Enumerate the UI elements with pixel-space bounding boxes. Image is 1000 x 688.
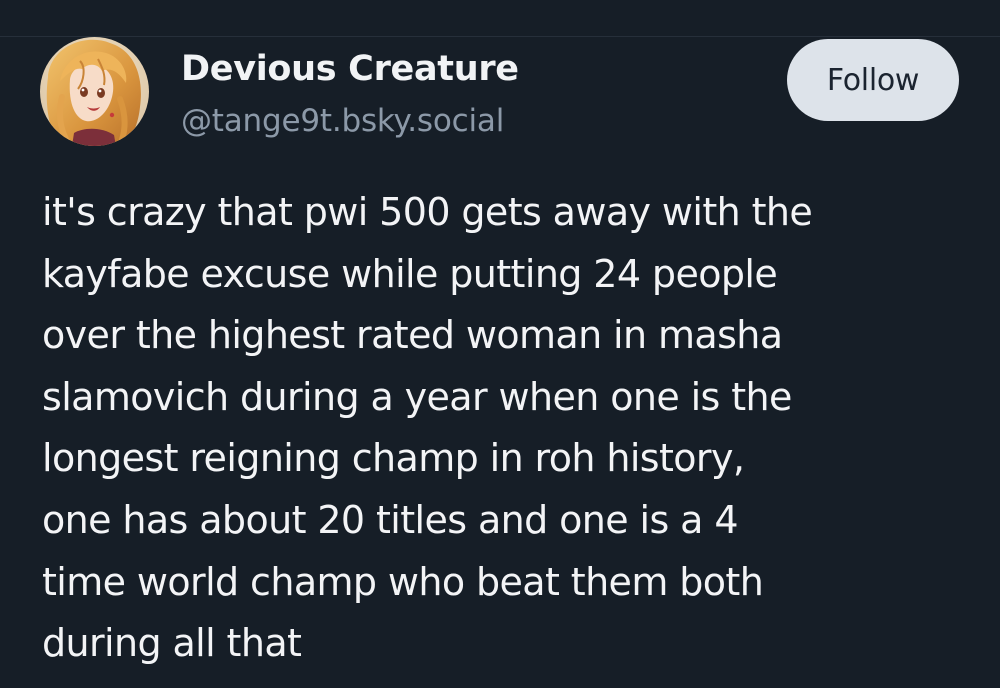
post-text-line: time world champ who beat them both — [42, 559, 764, 604]
post-text-line: kayfabe excuse while putting 24 people — [42, 251, 778, 296]
post-text-line: one has about 20 titles and one is a 4 — [42, 497, 739, 542]
follow-button[interactable]: Follow — [787, 39, 959, 121]
author-avatar[interactable] — [40, 37, 149, 146]
post-text-line: over the highest rated woman in masha — [42, 313, 783, 358]
author-handle[interactable]: @tange9t.bsky.social — [181, 101, 504, 141]
author-display-name[interactable]: Devious Creature — [181, 47, 519, 91]
post-text-line: during all that — [42, 621, 302, 666]
top-bar — [0, 0, 1000, 37]
post-text: it's crazy that pwi 500 gets away with t… — [42, 182, 987, 675]
avatar-image — [40, 37, 149, 146]
post-text-line: slamovich during a year when one is the — [42, 374, 792, 419]
post-card: Devious Creature @tange9t.bsky.social Fo… — [0, 37, 1000, 688]
post-text-line: it's crazy that pwi 500 gets away with t… — [42, 190, 813, 234]
post-text-line: longest reigning champ in roh history, — [42, 436, 745, 481]
